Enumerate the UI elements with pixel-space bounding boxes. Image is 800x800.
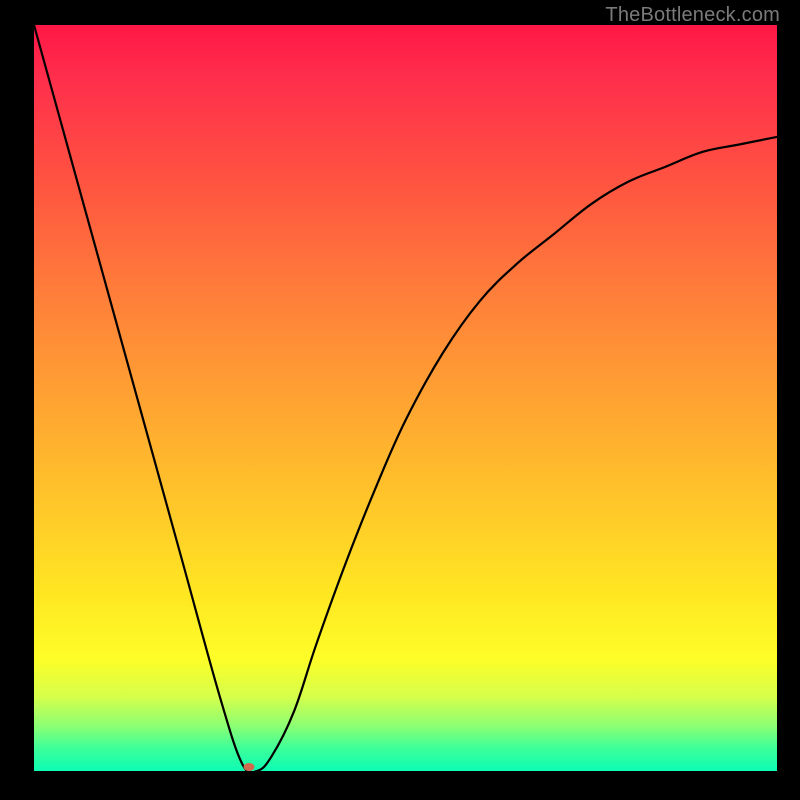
watermark-text: TheBottleneck.com [605, 4, 780, 27]
curve-svg [34, 25, 777, 771]
plot-area [34, 25, 777, 771]
optimal-point-marker [244, 763, 255, 771]
chart-frame: TheBottleneck.com [0, 0, 800, 800]
bottleneck-curve [34, 25, 777, 771]
